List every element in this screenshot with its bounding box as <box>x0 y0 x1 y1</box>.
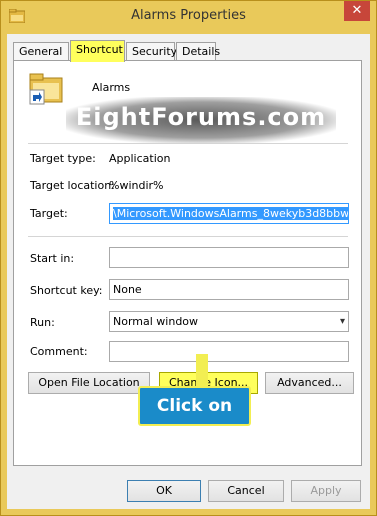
ok-button[interactable]: OK <box>127 480 201 502</box>
properties-window: Alarms Properties ✕ General Shortcut Sec… <box>0 0 377 516</box>
separator <box>28 143 348 144</box>
target-type-value: Application <box>109 152 171 165</box>
callout-box: Click on <box>138 386 251 426</box>
open-file-location-button[interactable]: Open File Location <box>28 372 150 394</box>
folder-shortcut-icon <box>29 73 63 105</box>
shortcut-key-label: Shortcut key: <box>30 284 103 297</box>
target-value: \Microsoft.WindowsAlarms_8wekyb3d8bbwe!A… <box>113 207 348 220</box>
advanced-button[interactable]: Advanced... <box>265 372 354 394</box>
target-input[interactable]: \Microsoft.WindowsAlarms_8wekyb3d8bbwe!A… <box>109 203 349 224</box>
target-location-label: Target location: <box>30 179 115 192</box>
close-button[interactable]: ✕ <box>344 1 370 21</box>
tab-shortcut[interactable]: Shortcut <box>70 40 125 62</box>
callout-pointer <box>196 354 208 390</box>
comment-input[interactable] <box>109 341 349 362</box>
comment-label: Comment: <box>30 345 88 358</box>
tab-details[interactable]: Details <box>176 42 220 61</box>
run-select[interactable]: Normal window ▾ <box>109 311 349 332</box>
apply-button[interactable]: Apply <box>291 480 361 502</box>
tab-general[interactable]: General <box>13 42 69 61</box>
target-type-label: Target type: <box>30 152 96 165</box>
run-label: Run: <box>30 316 55 329</box>
dialog-client: General Shortcut Security Details Alarms… <box>7 34 370 509</box>
start-in-input[interactable] <box>109 247 349 268</box>
run-value: Normal window <box>113 315 199 328</box>
window-title: Alarms Properties <box>131 8 246 23</box>
cancel-button[interactable]: Cancel <box>208 480 284 502</box>
target-location-value: %windir% <box>109 179 164 192</box>
separator <box>28 236 348 237</box>
title-bar[interactable]: Alarms Properties ✕ <box>1 1 376 34</box>
chevron-down-icon: ▾ <box>339 316 345 327</box>
app-name: Alarms <box>92 81 131 94</box>
shortcut-key-input[interactable]: None <box>109 279 349 300</box>
watermark: EightForums.com <box>66 97 336 143</box>
watermark-text: EightForums.com <box>75 103 327 131</box>
target-label: Target: <box>30 207 68 220</box>
tab-security[interactable]: Security <box>126 42 177 61</box>
start-in-label: Start in: <box>30 252 75 265</box>
